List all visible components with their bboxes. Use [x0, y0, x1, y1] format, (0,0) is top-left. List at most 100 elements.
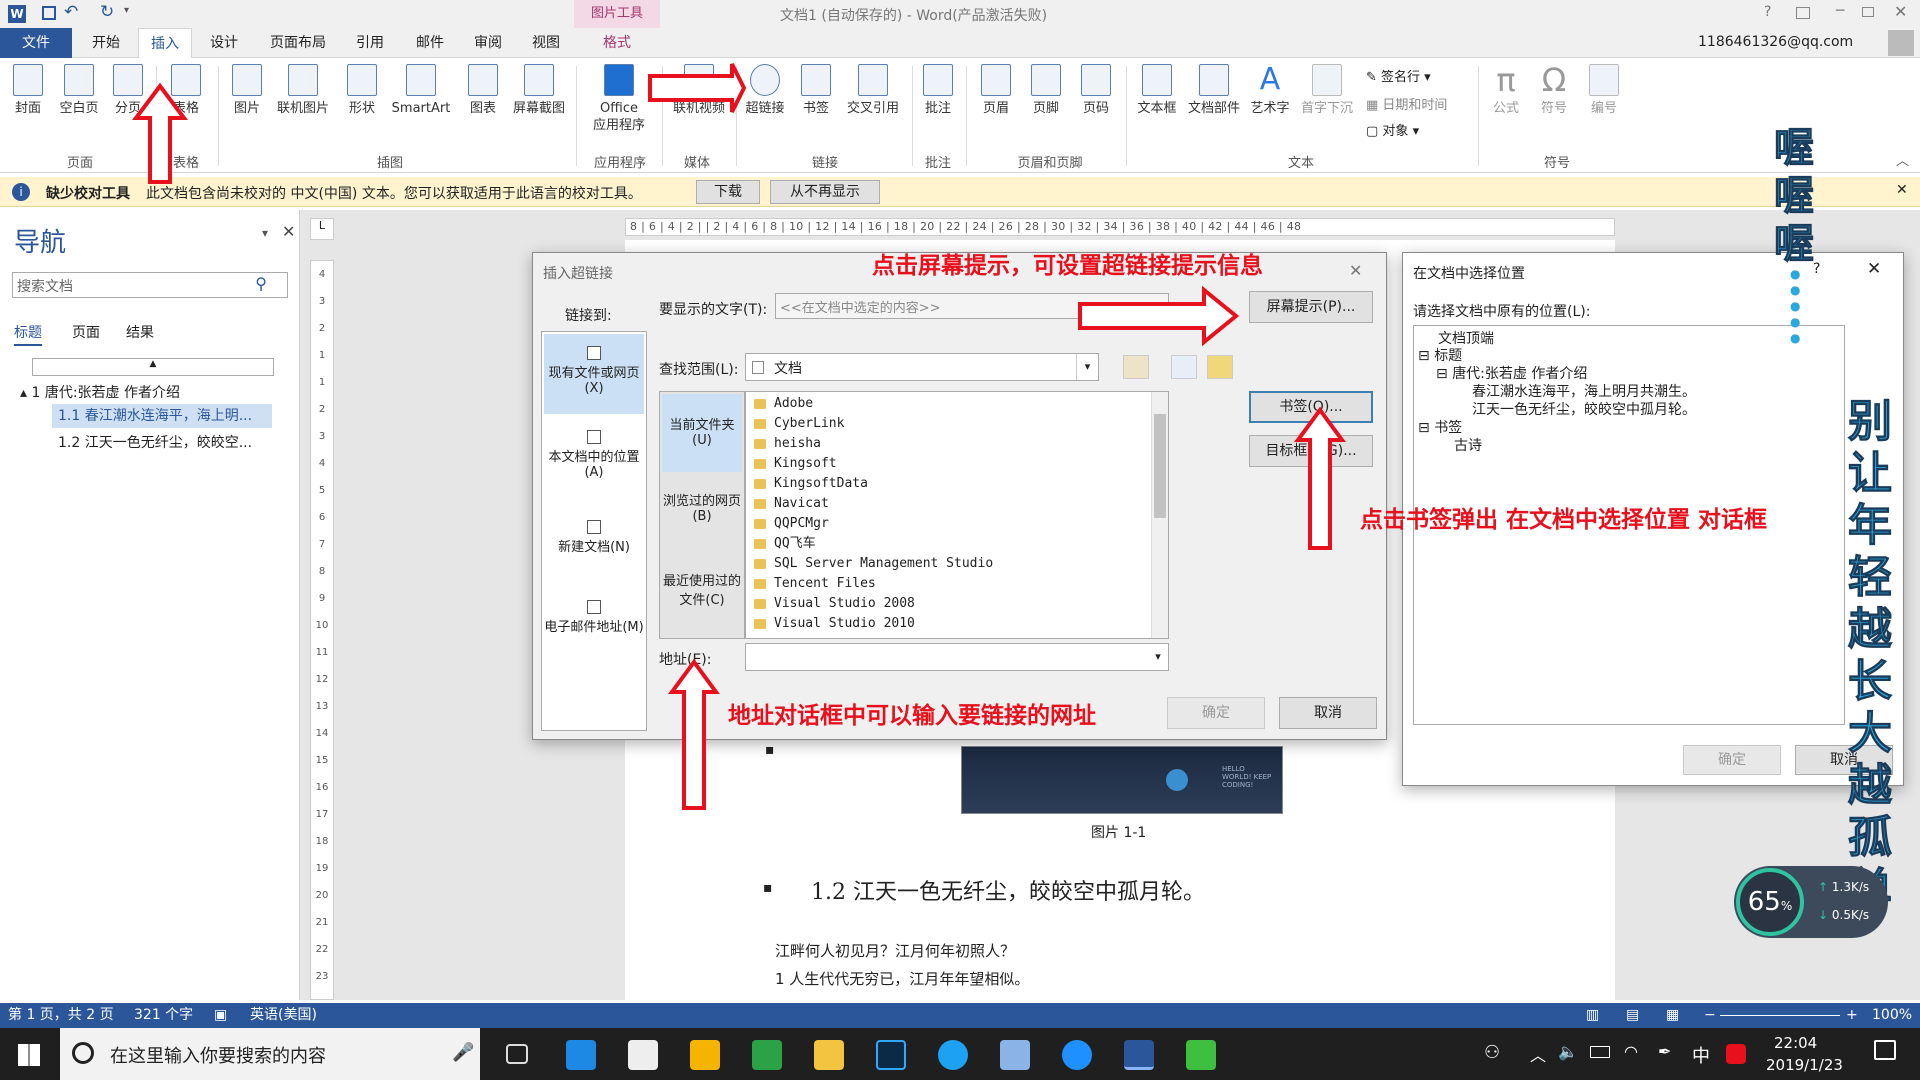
close-button[interactable]: ✕ — [1894, 2, 1907, 21]
header-button[interactable]: 页眉 — [976, 64, 1016, 117]
tab-mailings[interactable]: 邮件 — [402, 28, 458, 58]
tab-layout[interactable]: 页面布局 — [258, 28, 338, 58]
nav-heading-1-2[interactable]: 1.2 江天一色无纤尘，皎皎空... — [58, 432, 252, 452]
up-folder-icon[interactable] — [1123, 355, 1149, 379]
save-icon[interactable] — [42, 6, 56, 20]
file-list-item[interactable]: Tencent Files — [746, 574, 1168, 594]
document-image[interactable]: HELLO WORLD! KEEP CODING! — [961, 746, 1283, 814]
print-layout-icon[interactable]: ▤ — [1626, 1003, 1639, 1028]
nav-search-input[interactable]: 搜索文档 — [17, 276, 73, 296]
wordart-button[interactable]: A 艺术字 — [1246, 64, 1294, 117]
nav-scroll-up[interactable]: ▲ — [32, 358, 274, 376]
footer-button[interactable]: 页脚 — [1026, 64, 1066, 117]
browsed-pages-tab[interactable]: 浏览过的网页(B) — [662, 490, 742, 550]
horizontal-ruler[interactable]: 8 | 6 | 4 | 2 | | 2 | 4 | 6 | 8 | 10 | 1… — [625, 218, 1615, 236]
tab-references[interactable]: 引用 — [342, 28, 398, 58]
nav-search-box[interactable]: 搜索文档 ⚲ — [12, 272, 288, 298]
download-button[interactable]: 下载 — [696, 180, 760, 204]
nav-heading-1-1[interactable]: 1.1 春江潮水连海平，海上明... — [52, 404, 272, 428]
proofing-icon[interactable]: ▣ — [214, 1003, 227, 1028]
browse-web-icon[interactable] — [1171, 355, 1197, 379]
zoom-slider[interactable] — [1720, 1015, 1840, 1016]
place-ok-button[interactable]: 确定 — [1683, 745, 1781, 775]
iqiyi-icon[interactable] — [1186, 1040, 1216, 1070]
mail-icon[interactable] — [628, 1040, 658, 1070]
ribbon-options-icon[interactable] — [1796, 7, 1810, 19]
vertical-ruler[interactable]: 4 3 2 1 1 2 3 4 5 6 7 8 9 10 11 12 13 14 15 16 17 18 19 20 21 22 2… — [310, 260, 334, 1000]
tree-heading-author[interactable]: ⊟ 唐代:张若虚 作者介绍 — [1436, 363, 1587, 383]
tab-view[interactable]: 视图 — [518, 28, 574, 58]
object-button[interactable]: ▢ 对象 ▾ — [1366, 120, 1419, 139]
pictures-button[interactable]: 图片 — [226, 64, 268, 117]
document-line-1[interactable]: 江畔何人初见月？江月何年初照人？ — [775, 940, 1015, 961]
nav-tab-results[interactable]: 结果 — [126, 322, 154, 342]
nav-menu-icon[interactable]: ▾ — [262, 226, 268, 240]
online-pictures-button[interactable]: 联机图片 — [272, 64, 334, 117]
cover-page-button[interactable]: 封面 — [8, 64, 48, 117]
equation-button[interactable]: π 公式 — [1486, 64, 1526, 117]
redo-icon[interactable]: ↻ — [100, 2, 114, 22]
tree-heading-1-2[interactable]: 江天一色无纤尘，皎皎空中孤月轮。 — [1472, 399, 1696, 419]
signature-line-button[interactable]: ✎ 签名行 ▾ — [1366, 66, 1431, 85]
bookmark-dialog-button[interactable]: 书签(O)... — [1249, 391, 1373, 423]
ime-indicator[interactable]: 中 — [1692, 1042, 1710, 1068]
tab-home[interactable]: 开始 — [78, 28, 134, 58]
maximize-button[interactable] — [1862, 7, 1874, 17]
pen-icon[interactable]: ✒ — [1658, 1042, 1671, 1061]
taskbar-search[interactable]: 在这里输入你要搜索的内容 🎤 — [60, 1028, 480, 1080]
cancel-button[interactable]: 取消 — [1279, 697, 1377, 729]
tab-insert[interactable]: 插入 — [138, 28, 192, 59]
word-count[interactable]: 321 个字 — [134, 1003, 193, 1028]
file-list-item[interactable]: Visual Studio 2010 — [746, 614, 1168, 634]
link-existing-file[interactable]: 现有文件或网页(X) — [544, 334, 644, 414]
ok-button[interactable]: 确定 — [1167, 697, 1265, 729]
file-list-scrollbar[interactable] — [1151, 392, 1168, 638]
notifications-icon[interactable] — [1874, 1040, 1896, 1060]
address-input[interactable]: ▾ — [745, 643, 1169, 671]
paint-icon[interactable] — [1000, 1040, 1030, 1070]
link-place-in-doc[interactable]: 本文档中的位置(A) — [544, 422, 644, 502]
file-list-item[interactable]: SQL Server Management Studio — [746, 554, 1168, 574]
microphone-icon[interactable]: 🎤 — [452, 1042, 474, 1063]
kugou-icon[interactable] — [1062, 1040, 1092, 1070]
quick-parts-button[interactable]: 文档部件 — [1184, 64, 1244, 117]
search-icon[interactable]: ⚲ — [255, 274, 267, 293]
edge-icon[interactable] — [566, 1040, 596, 1070]
collapse-ribbon-icon[interactable]: ︿ — [1896, 150, 1909, 169]
zoom-level[interactable]: 100% — [1872, 1003, 1912, 1028]
file-list-item[interactable]: QQPCMgr — [746, 514, 1168, 534]
file-list-item[interactable]: KingsoftData — [746, 474, 1168, 494]
web-layout-icon[interactable]: ▦ — [1666, 1003, 1679, 1028]
current-folder-tab[interactable]: 当前文件夹(U) — [662, 394, 742, 472]
nav-heading-1[interactable]: ▴ 1 唐代:张若虚 作者介绍 — [20, 382, 180, 402]
ruler-corner[interactable]: L — [310, 218, 334, 240]
file-list-item[interactable]: CyberLink — [746, 414, 1168, 434]
people-icon[interactable]: ⚇ — [1484, 1042, 1500, 1063]
tab-format[interactable]: 格式 — [578, 28, 656, 58]
tab-file[interactable]: 文件 — [0, 28, 72, 58]
link-new-doc[interactable]: 新建文档(N) — [544, 512, 644, 582]
link-email[interactable]: 电子邮件地址(M) — [544, 594, 644, 674]
blank-page-button[interactable]: 空白页 — [54, 64, 104, 117]
zoom-out[interactable]: − — [1704, 1003, 1716, 1028]
page-break-button[interactable]: 分页 — [108, 64, 148, 117]
tree-bookmark-gushi[interactable]: 古诗 — [1454, 435, 1482, 455]
chart-button[interactable]: 图表 — [462, 64, 504, 117]
online-video-button[interactable]: 联机视频 — [666, 64, 732, 117]
smartart-button[interactable]: SmartArt — [386, 64, 456, 117]
file-list-item[interactable]: QQ飞车 — [746, 534, 1168, 554]
page-count[interactable]: 第 1 页，共 2 页 — [8, 1003, 114, 1028]
language[interactable]: 英语(美国) — [250, 1003, 317, 1028]
clock-date[interactable]: 2019/1/23 — [1766, 1056, 1843, 1074]
recent-files-tab[interactable]: 最近使用过的文件(C) — [662, 570, 742, 630]
nav-tab-headings[interactable]: 标题 — [14, 322, 42, 346]
sogou-icon[interactable] — [1726, 1044, 1746, 1064]
avatar[interactable] — [1888, 30, 1914, 56]
nav-close-icon[interactable]: ✕ — [282, 222, 295, 241]
tree-bookmarks[interactable]: ⊟ 书签 — [1418, 417, 1462, 437]
screentip-button[interactable]: 屏幕提示(P)... — [1249, 291, 1373, 323]
word-taskbar-icon[interactable] — [1124, 1040, 1154, 1070]
file-list-item[interactable]: Kingsoft — [746, 454, 1168, 474]
number-button[interactable]: 编号 — [1584, 64, 1624, 117]
drop-cap-button[interactable]: 首字下沉 — [1296, 64, 1358, 117]
